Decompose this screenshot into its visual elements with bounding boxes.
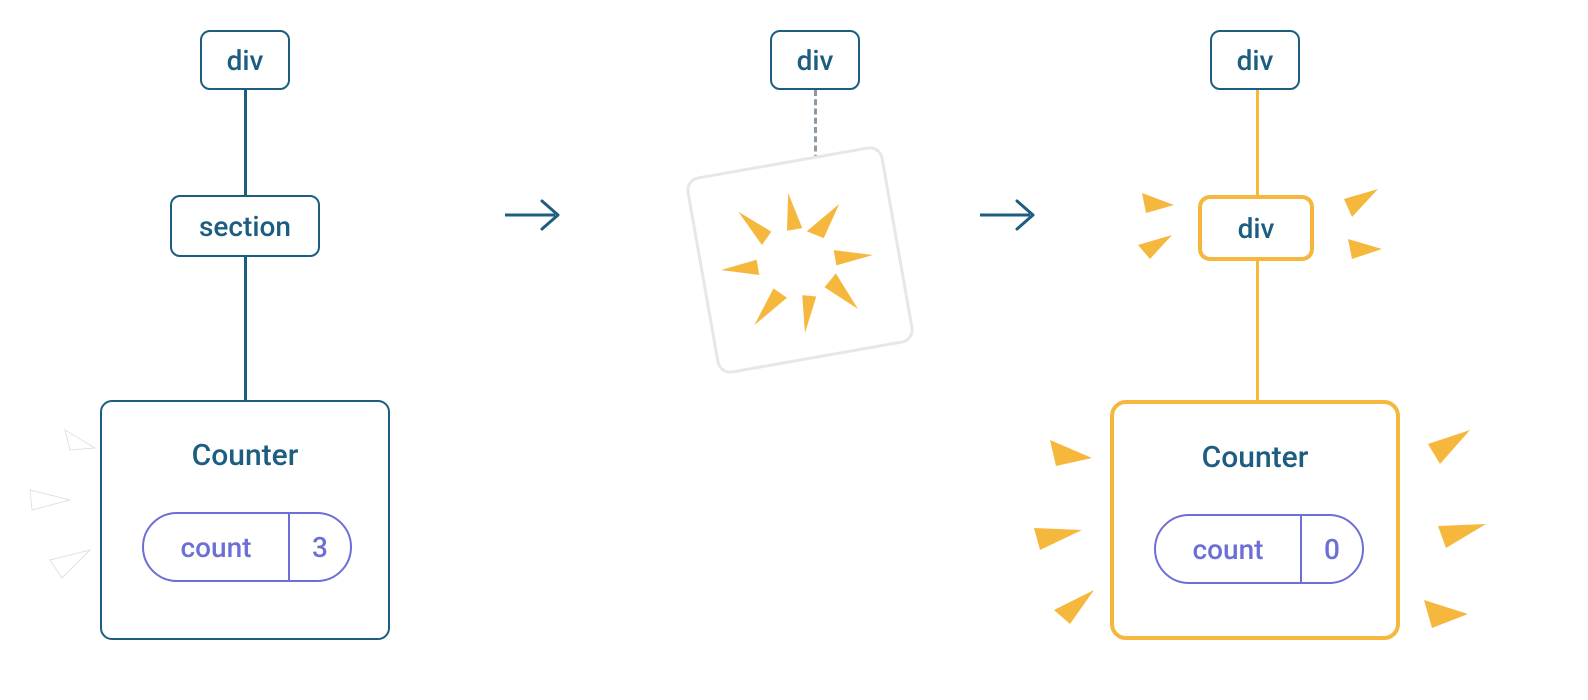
arrow-right-icon (500, 195, 570, 235)
state-value: 3 (290, 531, 350, 564)
sparks-white (20, 420, 110, 620)
node-section: section (170, 195, 320, 257)
burst-destroyed-icon (684, 144, 916, 376)
connector (244, 257, 247, 400)
node-label: div (1237, 44, 1274, 77)
tree-right: div div Counter count 0 (1060, 30, 1480, 670)
tree-middle: div (670, 30, 970, 430)
connector-gold (1256, 261, 1259, 400)
state-pill: count 3 (142, 512, 352, 582)
arrow-right-icon (975, 195, 1045, 235)
node-div-root: div (200, 30, 290, 90)
sparks-gold-large (1030, 400, 1490, 660)
node-label: div (797, 44, 834, 77)
sparks-gold-small (1130, 175, 1390, 285)
node-label: div (227, 44, 264, 77)
node-div-root: div (770, 30, 860, 90)
node-label: section (199, 210, 291, 243)
counter-box: Counter count 3 (100, 400, 390, 640)
counter-title: Counter (102, 438, 388, 473)
state-label: count (144, 531, 288, 564)
tree-left: div section Counter count 3 (80, 30, 460, 670)
node-div-root: div (1210, 30, 1300, 90)
connector (244, 90, 247, 195)
